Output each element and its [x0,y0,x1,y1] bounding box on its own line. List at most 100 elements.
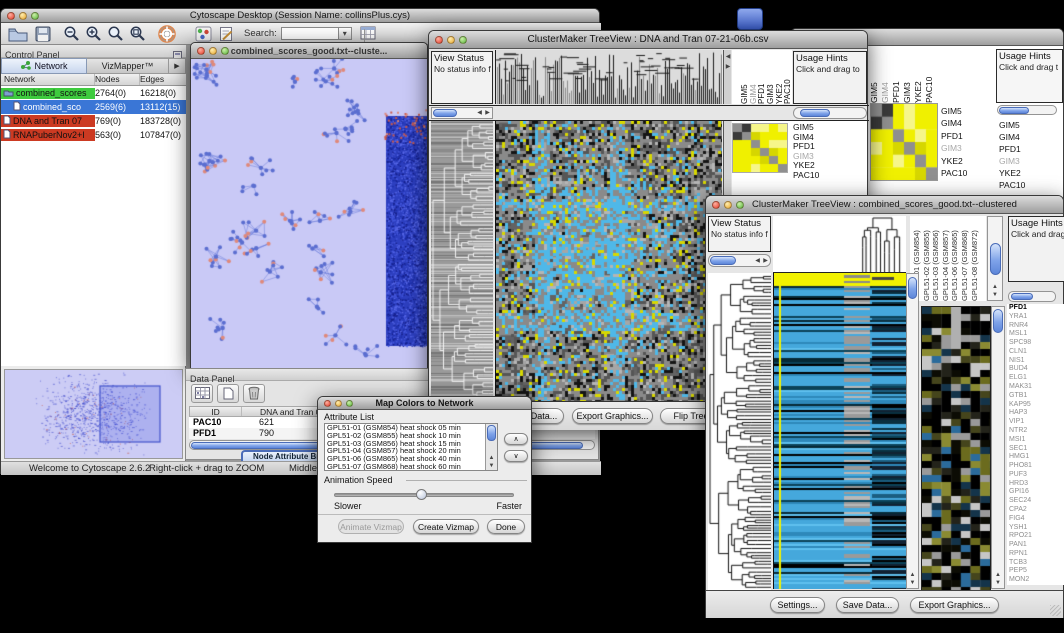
network-row[interactable]: DNA and Tran 07 769(0) 183728(0) [1,114,186,128]
column-header-nodes[interactable]: Nodes [95,74,140,85]
zoom-selected-icon[interactable] [129,23,146,45]
attribute-list-item[interactable]: GPL51-03 (GSM856) heat shock 15 min [325,440,485,448]
minimize-button[interactable] [335,400,342,407]
treeview1-column-dendrogram[interactable] [495,50,722,104]
zoom-button[interactable] [221,47,229,55]
treeview1-right-hscrollbar[interactable] [793,107,867,119]
scrollbar-thumb[interactable] [487,425,496,441]
slider-thumb[interactable] [416,489,427,500]
treeview2-left-hscrollbar[interactable]: ◀ ▶ [708,254,771,267]
scroll-up-icon[interactable]: ▲ [992,572,1004,578]
zoom-in-icon[interactable] [85,23,102,45]
open-network-icon[interactable] [7,23,29,45]
scroll-right-icon[interactable]: ▶ [725,64,731,70]
scrollbar-thumb[interactable] [433,109,457,117]
export-graphics-button[interactable]: Export Graphics... [572,408,653,424]
treeview2-main-vscrollbar[interactable]: ▲ ▼ [906,273,919,589]
minimize-button[interactable] [447,36,455,44]
column-header-network[interactable]: Network [1,74,95,85]
search-input[interactable] [281,27,339,40]
scroll-down-icon[interactable]: ▼ [486,463,497,469]
network-view-canvas[interactable] [191,59,427,368]
create-attribute-icon[interactable] [217,384,239,403]
main-titlebar[interactable]: Cytoscape Desktop (Session Name: collins… [1,9,599,23]
scrollbar-thumb[interactable] [800,109,830,117]
help-lifebuoy-icon[interactable] [158,23,176,45]
minimize-button[interactable] [724,201,732,209]
zoom-button[interactable] [346,400,353,407]
move-up-button[interactable]: ∧ [504,433,528,445]
tab-network[interactable]: Network [1,58,87,74]
birdseye-view[interactable] [4,369,183,459]
treeview1-titlebar[interactable]: ClusterMaker TreeView : DNA and Tran 07-… [429,31,867,49]
attribute-list-item[interactable]: GPL51-02 (GSM855) heat shock 10 min [325,432,485,440]
scroll-right-icon[interactable]: ▶ [762,258,769,264]
animate-vizmap-button[interactable]: Animate Vizmap [338,519,404,534]
close-button[interactable] [197,47,205,55]
zoom-button[interactable] [459,36,467,44]
delete-attribute-icon[interactable] [243,384,265,403]
treeview1-row-dendrogram[interactable] [431,121,493,401]
network-row-selected[interactable]: combined_sco 2569(6) 13112(15) [1,100,186,114]
scrollbar-thumb[interactable] [908,277,917,299]
move-down-button[interactable]: ∨ [504,450,528,462]
scrollbar-thumb[interactable] [710,256,736,265]
scroll-left-icon[interactable]: ◀ [476,110,483,116]
search-dropdown-button[interactable]: ▾ [339,27,352,40]
treeview3-hscrollbar[interactable] [997,105,1057,115]
zoom-button[interactable] [736,201,744,209]
scrollbar-thumb[interactable] [1011,293,1033,300]
attribute-list-item[interactable]: GPL51-07 (GSM868) heat shock 60 min [325,463,485,471]
save-data-button[interactable]: Save Data... [836,597,899,613]
treeview2-row-dendrogram[interactable] [708,273,771,591]
treeview1-heatmap[interactable] [495,121,722,401]
scroll-down-icon[interactable]: ▼ [988,292,1002,298]
attribute-list-item[interactable]: GPL51-04 (GSM857) heat shock 20 min [325,447,485,455]
scroll-left-icon[interactable]: ◀ [725,54,731,60]
attribute-list-item[interactable]: GPL51-01 (GSM854) heat shock 05 min [325,424,485,432]
birdseye-canvas[interactable] [5,370,182,458]
attribute-listbox[interactable]: GPL51-01 (GSM854) heat shock 05 minGPL51… [324,423,498,471]
close-button[interactable] [324,400,331,407]
minimize-button[interactable] [19,12,27,20]
done-button[interactable]: Done [487,519,525,534]
treeview2-labels-vscrollbar[interactable]: ▲ ▼ [987,216,1003,301]
scroll-up-icon[interactable]: ▲ [988,284,1002,290]
treeview2-global-heatmap[interactable] [921,306,991,591]
treeview1-left-hscrollbar[interactable]: ◀ ▶ [431,107,493,119]
treeview2-titlebar[interactable]: ClusterMaker TreeView : combined_scores_… [706,196,1063,214]
treeview2-column-dendrogram[interactable] [773,216,906,273]
scroll-up-icon[interactable]: ▲ [486,455,497,461]
column-header-edges[interactable]: Edges [140,74,186,85]
network-row[interactable]: combined_scores 2764(0) 16218(0) [1,86,186,100]
tab-vizmapper[interactable]: VizMapper™ [87,58,169,74]
scroll-right-icon[interactable]: ▶ [484,110,491,116]
scroll-up-icon[interactable]: ▲ [907,572,918,578]
zoom-fit-icon[interactable] [107,23,124,45]
resize-grip[interactable] [1050,605,1061,616]
minimize-button[interactable] [209,47,217,55]
close-button[interactable] [7,12,15,20]
scrollbar-thumb[interactable] [999,107,1029,114]
scrollbar-thumb[interactable] [990,243,1001,275]
network-row[interactable]: RNAPuberNov2+I 563(0) 107847(0) [1,128,186,142]
attribute-list-vscrollbar[interactable]: ▲ ▼ [485,424,497,470]
dialog-titlebar[interactable]: Map Colors to Network [318,397,531,410]
zoom-button[interactable] [31,12,39,20]
column-header-id[interactable]: ID [190,407,242,416]
create-vizmap-button[interactable]: Create Vizmap [413,519,479,534]
settings-button[interactable]: Settings... [770,597,825,613]
close-button[interactable] [435,36,443,44]
network-view-titlebar[interactable]: combined_scores_good.txt--cluste... [191,43,427,59]
tab-overflow-button[interactable]: ▶ [169,58,186,74]
zoom-out-icon[interactable] [63,23,80,45]
attribute-list-item[interactable]: GPL51-06 (GSM865) heat shock 40 min [325,455,485,463]
treeview2-genes-hscrollbar[interactable] [1008,291,1056,302]
treeview2-global-vscrollbar[interactable]: ▲ ▼ [991,306,1005,589]
scroll-down-icon[interactable]: ▼ [907,580,918,586]
export-graphics-button[interactable]: Export Graphics... [910,597,999,613]
scroll-left-icon[interactable]: ◀ [754,258,761,264]
treeview2-heatmap[interactable] [773,273,906,589]
scrollbar-thumb[interactable] [993,309,1003,333]
select-attributes-icon[interactable] [191,384,213,403]
